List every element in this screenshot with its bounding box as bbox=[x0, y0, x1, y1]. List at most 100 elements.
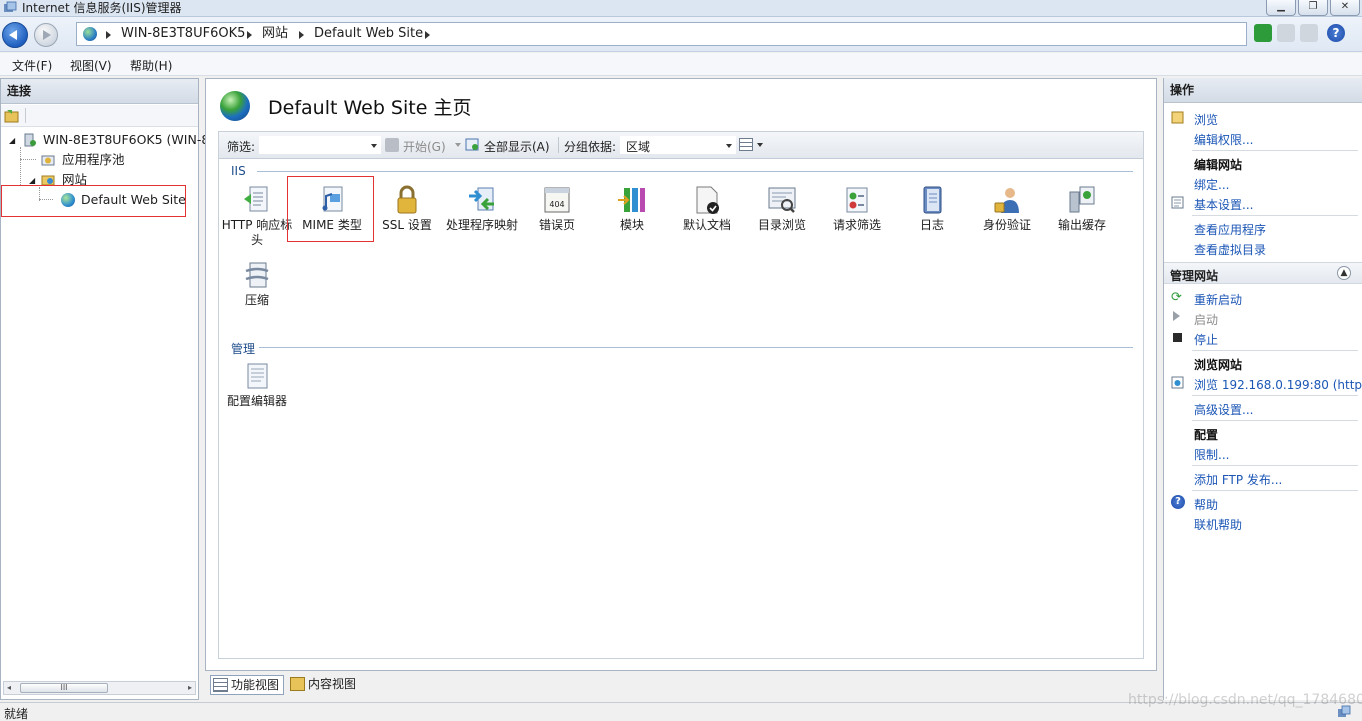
breadcrumb-sites[interactable]: 网站 bbox=[262, 26, 288, 42]
action-help[interactable]: 帮助 bbox=[1194, 496, 1218, 513]
connections-toolbar bbox=[1, 105, 198, 127]
breadcrumb-separator-icon[interactable] bbox=[106, 31, 111, 39]
action-browse[interactable]: 浏览 bbox=[1194, 111, 1218, 128]
forward-arrow-icon bbox=[43, 30, 51, 40]
actions-separator bbox=[1192, 150, 1358, 151]
handler-mappings-icon bbox=[469, 187, 494, 211]
binoculars-icon bbox=[385, 138, 399, 152]
dropdown-arrow-icon[interactable] bbox=[371, 144, 377, 148]
dropdown-arrow-icon[interactable] bbox=[726, 144, 732, 148]
feature-compression[interactable]: 压缩 bbox=[220, 259, 294, 308]
feature-label: SSL 设置 bbox=[382, 218, 432, 232]
view-mode-icon[interactable] bbox=[739, 138, 753, 151]
connections-header: 连接 bbox=[1, 79, 198, 104]
feature-authentication[interactable]: 身份验证 bbox=[970, 184, 1044, 233]
feature-directory-browsing[interactable]: 目录浏览 bbox=[745, 184, 819, 233]
toolbar-divider bbox=[25, 108, 26, 123]
go-button[interactable]: 开始(G) bbox=[403, 138, 446, 155]
refresh-connection-icon[interactable] bbox=[1254, 24, 1272, 42]
tree-collapse-server[interactable]: ◢ bbox=[9, 133, 15, 149]
action-restart[interactable]: 重新启动 bbox=[1194, 291, 1242, 308]
start-icon bbox=[1173, 311, 1180, 321]
feature-ssl-settings[interactable]: SSL 设置 bbox=[370, 184, 444, 233]
scroll-thumb[interactable]: III bbox=[20, 683, 108, 693]
action-advanced-settings[interactable]: 高级设置... bbox=[1194, 401, 1253, 418]
breadcrumb-separator-icon[interactable] bbox=[299, 31, 304, 39]
horizontal-scrollbar[interactable]: ◂ III ▸ bbox=[3, 681, 196, 695]
collapse-chevron-up-icon[interactable]: ▲ bbox=[1337, 266, 1351, 280]
minimize-button[interactable]: ▁ bbox=[1266, 0, 1296, 16]
features-panel: 筛选: 开始(G) 全部显示(A) 分组依据: 区域 IIS HTTP 响应标头 bbox=[218, 131, 1144, 659]
section-edit-site: 编辑网站 bbox=[1194, 158, 1243, 172]
new-connection-icon[interactable] bbox=[4, 108, 20, 123]
menu-file[interactable]: 文件(F) bbox=[12, 57, 52, 74]
view-mode-dropdown-icon[interactable] bbox=[757, 143, 763, 147]
feature-default-document[interactable]: 默认文档 bbox=[670, 184, 744, 233]
scroll-left-icon[interactable]: ◂ bbox=[7, 683, 11, 692]
show-all-button[interactable]: 全部显示(A) bbox=[484, 138, 550, 155]
help-icon[interactable]: ? bbox=[1327, 24, 1345, 42]
basic-settings-icon bbox=[1171, 196, 1184, 209]
filter-divider bbox=[558, 137, 559, 153]
action-basic-settings[interactable]: 基本设置... bbox=[1194, 196, 1253, 213]
section-configure: 配置 bbox=[1194, 428, 1219, 442]
actions-pane: 操作 浏览 编辑权限... 编辑网站 绑定... 基本设置... 查看应用程序 … bbox=[1163, 78, 1362, 700]
action-bindings[interactable]: 绑定... bbox=[1194, 176, 1229, 193]
actions-separator bbox=[1192, 215, 1358, 216]
feature-logging[interactable]: 日志 bbox=[895, 184, 969, 233]
tab-content-view[interactable]: 内容视图 bbox=[288, 675, 360, 695]
forward-button[interactable] bbox=[34, 23, 58, 47]
logging-icon bbox=[923, 186, 942, 214]
breadcrumb-separator-icon[interactable] bbox=[425, 31, 430, 39]
page-title: Default Web Site 主页 bbox=[268, 97, 472, 119]
server-icon bbox=[24, 133, 36, 147]
actions-separator bbox=[1192, 350, 1358, 351]
breadcrumb-server[interactable]: WIN-8E3T8UF6OK5 bbox=[121, 26, 245, 42]
back-button[interactable] bbox=[2, 22, 28, 48]
feature-label: 输出缓存 bbox=[1057, 218, 1106, 232]
lock-icon bbox=[397, 185, 417, 214]
feature-request-filtering[interactable]: 请求筛选 bbox=[820, 184, 894, 233]
scroll-right-icon[interactable]: ▸ bbox=[188, 683, 192, 692]
filter-input[interactable] bbox=[259, 136, 381, 154]
action-edit-permissions[interactable]: 编辑权限... bbox=[1194, 131, 1253, 148]
error-icon-text: 404 bbox=[549, 200, 564, 209]
menu-help[interactable]: 帮助(H) bbox=[130, 57, 172, 74]
browse-url-icon bbox=[1171, 376, 1184, 389]
feature-modules[interactable]: 模块 bbox=[595, 184, 669, 233]
group-label-iis: IIS bbox=[231, 164, 246, 178]
action-online-help[interactable]: 联机帮助 bbox=[1194, 516, 1242, 533]
tab-features-view[interactable]: 功能视图 bbox=[210, 675, 284, 695]
action-add-ftp-publishing[interactable]: 添加 FTP 发布... bbox=[1194, 471, 1282, 488]
action-view-applications[interactable]: 查看应用程序 bbox=[1194, 221, 1266, 238]
feature-label: 请求筛选 bbox=[832, 218, 881, 232]
menu-bar: 文件(F) 视图(V) 帮助(H) bbox=[0, 53, 1362, 76]
breadcrumb-default-site[interactable]: Default Web Site bbox=[314, 26, 423, 42]
feature-output-caching[interactable]: 输出缓存 bbox=[1045, 184, 1119, 233]
manage-site-section-header[interactable]: 管理网站 ▲ bbox=[1164, 262, 1362, 284]
menu-view[interactable]: 视图(V) bbox=[70, 57, 112, 74]
close-button[interactable]: ✕ bbox=[1330, 0, 1360, 16]
group-by-select[interactable]: 区域 bbox=[620, 136, 736, 154]
address-breadcrumb[interactable]: WIN-8E3T8UF6OK5 网站 Default Web Site bbox=[76, 22, 1247, 46]
feature-label: 模块 bbox=[619, 218, 644, 232]
tree-item-app-pools[interactable]: 应用程序池 bbox=[62, 152, 125, 168]
tree-item-server[interactable]: WIN-8E3T8UF6OK5 (WIN-8 bbox=[43, 132, 209, 148]
action-browse-url[interactable]: 浏览 192.168.0.199:80 (http) bbox=[1194, 376, 1362, 393]
action-view-virtual-directories[interactable]: 查看虚拟目录 bbox=[1194, 241, 1266, 258]
feature-handler-mappings[interactable]: 处理程序映射 bbox=[445, 184, 519, 233]
feature-label: 错误页 bbox=[538, 218, 575, 232]
browse-icon bbox=[1171, 111, 1184, 124]
action-stop[interactable]: 停止 bbox=[1194, 331, 1218, 348]
feature-http-response-headers[interactable]: HTTP 响应标头 bbox=[220, 184, 294, 248]
feature-error-pages[interactable]: 404 错误页 bbox=[520, 184, 594, 233]
action-limits[interactable]: 限制... bbox=[1194, 446, 1229, 463]
stop-icon[interactable] bbox=[1277, 24, 1295, 42]
breadcrumb-separator-icon[interactable] bbox=[247, 31, 252, 39]
group-label-management: 管理 bbox=[231, 342, 256, 356]
feature-configuration-editor[interactable]: 配置编辑器 bbox=[220, 360, 294, 409]
action-start[interactable]: 启动 bbox=[1194, 311, 1218, 328]
maximize-button[interactable]: ❐ bbox=[1298, 0, 1328, 16]
home-icon[interactable] bbox=[1300, 24, 1318, 42]
go-dropdown-icon[interactable] bbox=[455, 143, 461, 147]
